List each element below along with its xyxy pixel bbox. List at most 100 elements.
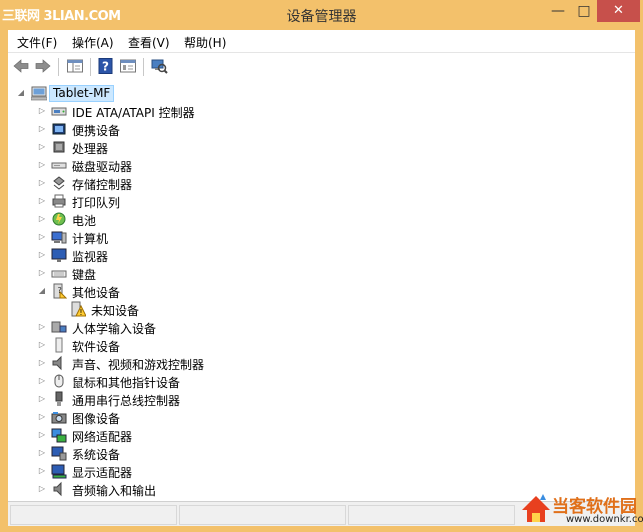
expand-arrow-icon[interactable]: ▷ xyxy=(37,264,47,282)
tree-item-label[interactable]: 存储控制器 xyxy=(72,176,132,193)
tree-item-label[interactable]: IDE ATA/ATAPI 控制器 xyxy=(72,104,195,121)
tree-item[interactable]: ▷ 人体学输入设备 xyxy=(8,318,628,336)
properties-icon[interactable] xyxy=(119,57,137,75)
title-bar[interactable]: 三联网 3LIAN.COM 设备管理器 — □ ✕ xyxy=(0,0,643,30)
menu-file[interactable]: 文件(F) xyxy=(17,34,57,51)
help-icon[interactable]: ? xyxy=(97,57,115,75)
processor-icon xyxy=(53,141,65,153)
tree-item-label[interactable]: 磁盘驱动器 xyxy=(72,158,132,175)
unknown-device-warning-icon: ! xyxy=(71,301,86,317)
tree-item[interactable]: ▷ 打印队列 xyxy=(8,192,628,210)
tree-item[interactable]: ▷ 存储控制器 xyxy=(8,174,628,192)
tree-item[interactable]: ▷ IDE ATA/ATAPI 控制器 xyxy=(8,102,628,120)
expand-arrow-icon[interactable]: ▷ xyxy=(37,480,47,498)
tree-item-label[interactable]: 网络适配器 xyxy=(72,428,132,445)
ide-controller-icon xyxy=(51,107,67,116)
tree-item[interactable]: ▷ 键盘 xyxy=(8,264,628,282)
tree-item[interactable]: ▷ 鼠标和其他指针设备 xyxy=(8,372,628,390)
close-button[interactable]: ✕ xyxy=(597,0,640,22)
tree-item-label[interactable]: 人体学输入设备 xyxy=(72,320,156,337)
device-manager-window: 三联网 3LIAN.COM 设备管理器 — □ ✕ 文件(F) 操作(A) 查看… xyxy=(0,0,643,532)
display-adapter-icon xyxy=(51,464,67,479)
show-hide-console-tree-icon[interactable] xyxy=(66,57,84,75)
tree-item[interactable]: ▷ 显示适配器 xyxy=(8,462,628,480)
expand-arrow-icon[interactable]: ▷ xyxy=(37,210,47,228)
tree-item-label[interactable]: 未知设备 xyxy=(91,302,139,319)
minimize-button[interactable]: — xyxy=(545,0,571,22)
root-label[interactable]: Tablet-MF xyxy=(49,85,115,102)
forward-icon[interactable] xyxy=(34,57,52,75)
expand-arrow-icon[interactable]: ▷ xyxy=(37,354,47,372)
tree-item-label[interactable]: 监视器 xyxy=(72,248,108,265)
tree-item[interactable]: ▷ 系统设备 xyxy=(8,444,628,462)
tree-item-label[interactable]: 通用串行总线控制器 xyxy=(72,392,180,409)
svg-text:?: ? xyxy=(102,60,109,74)
menu-help[interactable]: 帮助(H) xyxy=(184,34,226,51)
expand-arrow-icon[interactable]: ▷ xyxy=(37,462,47,480)
tree-item[interactable]: ▷ 处理器 xyxy=(8,138,628,156)
tree-item[interactable]: ▷ 通用串行总线控制器 xyxy=(8,390,628,408)
tree-item[interactable]: ▷ 监视器 xyxy=(8,246,628,264)
storage-controller-icon xyxy=(53,176,65,190)
tree-item[interactable]: ▷ 声音、视频和游戏控制器 xyxy=(8,354,628,372)
expand-arrow-icon[interactable]: ▷ xyxy=(37,174,47,192)
mouse-icon xyxy=(54,374,64,388)
toolbar: ? xyxy=(8,52,635,82)
tree-item-label[interactable]: 电池 xyxy=(72,212,96,229)
tree-item[interactable]: ▷ 磁盘驱动器 xyxy=(8,156,628,174)
device-tree[interactable]: ◢ Tablet-MF ▷ IDE ATA/ATAPI 控制器 ▷ 便携设备 ▷ 处理器 ▷… xyxy=(8,81,635,501)
tree-item-label[interactable]: 显示适配器 xyxy=(72,464,132,481)
expand-arrow-icon[interactable]: ▷ xyxy=(37,408,47,426)
expand-arrow-icon[interactable]: ▷ xyxy=(37,192,47,210)
back-icon[interactable] xyxy=(12,57,30,75)
expand-arrow-icon[interactable]: ▷ xyxy=(37,390,47,408)
tree-item[interactable]: ▷ 便携设备 xyxy=(8,120,628,138)
tree-item-label[interactable]: 图像设备 xyxy=(72,410,120,427)
tree-item-label[interactable]: 处理器 xyxy=(72,140,108,157)
tree-item[interactable]: ▷ 图像设备 xyxy=(8,408,628,426)
tree-item-label[interactable]: 其他设备 xyxy=(72,284,120,301)
maximize-button[interactable]: □ xyxy=(571,0,597,22)
expand-arrow-icon[interactable]: ▷ xyxy=(37,318,47,336)
tree-item-label[interactable]: 键盘 xyxy=(72,266,96,283)
tree-item-label[interactable]: 打印队列 xyxy=(72,194,120,211)
watermark-url: www.downkr.com xyxy=(566,514,643,525)
menu-view[interactable]: 查看(V) xyxy=(128,34,170,51)
expand-arrow-icon[interactable]: ▷ xyxy=(37,426,47,444)
tree-item[interactable]: ◢? 其他设备 xyxy=(8,282,628,300)
expand-arrow-icon[interactable]: ▷ xyxy=(37,228,47,246)
scan-hardware-icon[interactable] xyxy=(150,57,168,75)
svg-text:?: ? xyxy=(58,286,62,295)
computer-icon xyxy=(51,231,67,244)
status-pane xyxy=(348,505,515,525)
expand-arrow-icon[interactable]: ▷ xyxy=(37,120,47,138)
expand-arrow-icon[interactable]: ▷ xyxy=(37,336,47,354)
network-adapter-icon xyxy=(51,428,67,443)
collapse-arrow-icon[interactable]: ◢ xyxy=(16,84,26,102)
tree-item[interactable]: ▷ 网络适配器 xyxy=(8,426,628,444)
expand-arrow-icon[interactable]: ▷ xyxy=(37,138,47,156)
tree-item-label[interactable]: 便携设备 xyxy=(72,122,120,139)
tree-item[interactable]: ! 未知设备 xyxy=(8,300,628,318)
sound-icon xyxy=(52,355,62,371)
expand-arrow-icon[interactable]: ▷ xyxy=(37,246,47,264)
watermark-bottom: 当客软件园 www.downkr.com xyxy=(518,490,643,532)
tree-item[interactable]: ▷ 软件设备 xyxy=(8,336,628,354)
expand-arrow-icon[interactable]: ▷ xyxy=(37,102,47,120)
expand-arrow-icon[interactable]: ▷ xyxy=(37,372,47,390)
expand-arrow-icon[interactable]: ▷ xyxy=(37,444,47,462)
tree-item[interactable]: ▷ 计算机 xyxy=(8,228,628,246)
expand-arrow-icon[interactable]: ▷ xyxy=(37,156,47,174)
tree-root[interactable]: ◢ Tablet-MF xyxy=(8,84,628,102)
menu-bar: 文件(F) 操作(A) 查看(V) 帮助(H) xyxy=(8,30,635,52)
tree-item-label[interactable]: 系统设备 xyxy=(72,446,120,463)
tree-item-label[interactable]: 计算机 xyxy=(72,230,108,247)
menu-action[interactable]: 操作(A) xyxy=(72,34,114,51)
tree-item-label[interactable]: 音频输入和输出 xyxy=(72,482,156,499)
battery-icon xyxy=(52,212,66,226)
tree-item-label[interactable]: 鼠标和其他指针设备 xyxy=(72,374,180,391)
tree-item-label[interactable]: 声音、视频和游戏控制器 xyxy=(72,356,204,373)
collapse-arrow-icon[interactable]: ◢ xyxy=(37,282,47,300)
tree-item[interactable]: ▷ 电池 xyxy=(8,210,628,228)
tree-item-label[interactable]: 软件设备 xyxy=(72,338,120,355)
